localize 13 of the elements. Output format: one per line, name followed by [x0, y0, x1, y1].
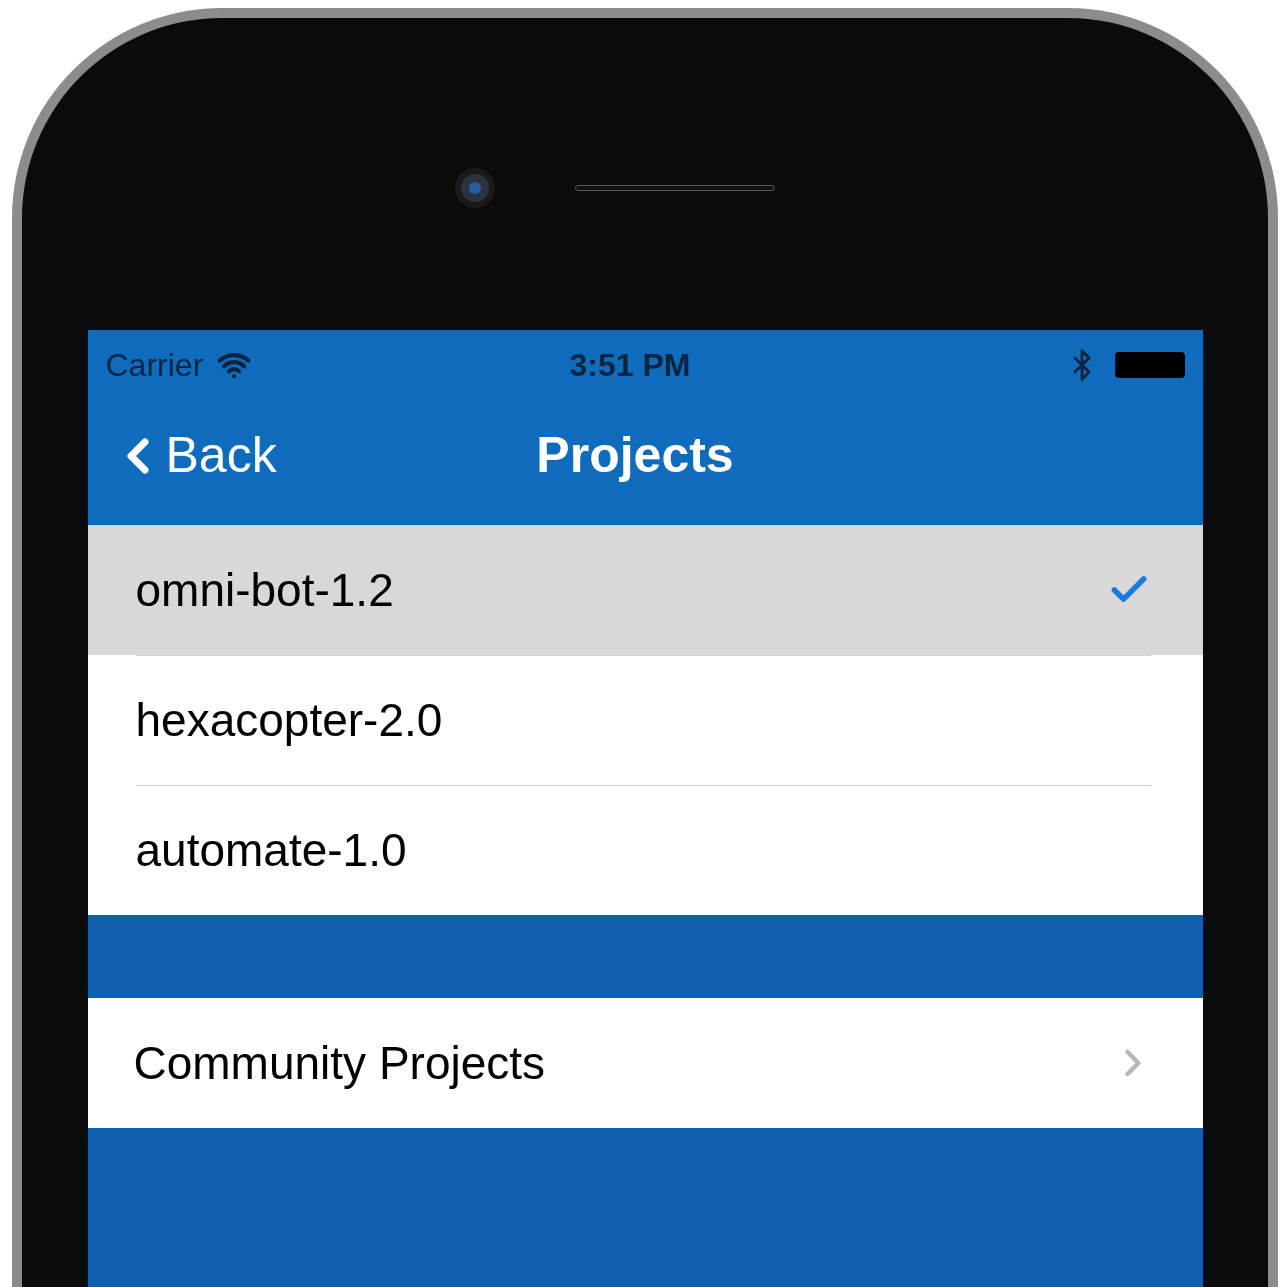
project-row[interactable]: omni-bot-1.2	[87, 525, 1203, 655]
battery-icon	[1114, 352, 1185, 378]
project-row[interactable]: hexacopter-2.0	[87, 655, 1203, 785]
project-name: omni-bot-1.2	[135, 562, 394, 618]
status-time: 3:51 PM	[568, 346, 692, 385]
carrier-label: Carrier	[105, 346, 204, 385]
screen-title: Projects	[535, 426, 735, 485]
camera-icon	[455, 168, 495, 208]
project-name: hexacopter-2.0	[135, 693, 443, 748]
project-name: automate-1.0	[135, 823, 407, 878]
project-row[interactable]: automate-1.0	[87, 785, 1203, 915]
back-button[interactable]: Back	[109, 418, 530, 493]
community-projects-row[interactable]: Community Projects	[87, 998, 1203, 1128]
